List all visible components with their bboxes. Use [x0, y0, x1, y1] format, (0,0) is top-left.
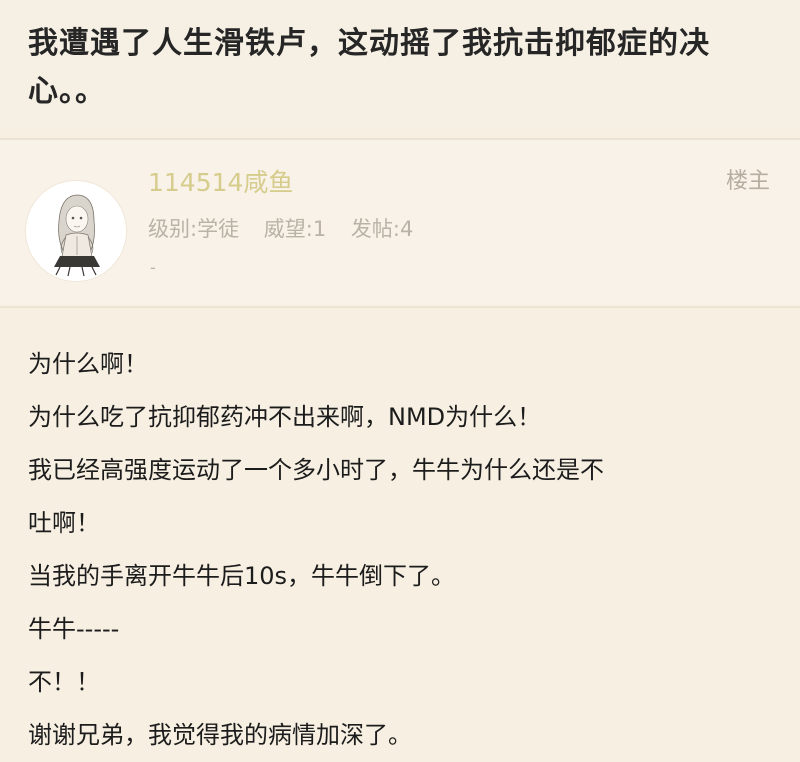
author-post-count: 发帖:4 [350, 217, 414, 241]
user-avatar[interactable] [26, 181, 126, 281]
forum-thread-page: 我遭遇了人生滑铁卢，这动摇了我抗击抑郁症的决心。。 114514咸鱼 楼主 级别… [0, 0, 800, 757]
author-signature: - [150, 258, 156, 277]
post-line: 为什么啊！ [28, 350, 148, 378]
author-stats: 级别:学徒 威望:1 发帖:4 [148, 212, 431, 246]
post-line: 不！！ [28, 668, 100, 696]
post-line: 牛牛----- [28, 615, 120, 643]
post-line: 谢谢兄弟，我觉得我的病情加深了。 [28, 721, 412, 749]
post-divider [0, 306, 800, 308]
author-level: 级别:学徒 [148, 217, 240, 241]
thread-title-area: 我遭遇了人生滑铁卢，这动摇了我抗击抑郁症的决心。。 [0, 0, 800, 128]
original-poster-badge: 楼主 [725, 169, 770, 194]
post-line: 为什么吃了抗抑郁药冲不出来啊，NMD为什么！ [28, 403, 542, 431]
thread-title: 我遭遇了人生滑铁卢，这动摇了我抗击抑郁症的决心。。 [28, 26, 710, 109]
author-reputation: 威望:1 [263, 217, 327, 241]
post-line: 我已经高强度运动了一个多小时了，牛牛为什么还是不 [28, 456, 604, 484]
post-line: 当我的手离开牛牛后10s，牛牛倒下了。 [28, 562, 456, 590]
anime-girl-avatar-icon [26, 181, 126, 281]
post-content: 为什么啊！ 为什么吃了抗抑郁药冲不出来啊，NMD为什么！ 我已经高强度运动了一个… [28, 338, 780, 762]
author-username-link[interactable]: 114514咸鱼 [148, 163, 293, 203]
post-line: 吐啊！ [28, 509, 100, 537]
